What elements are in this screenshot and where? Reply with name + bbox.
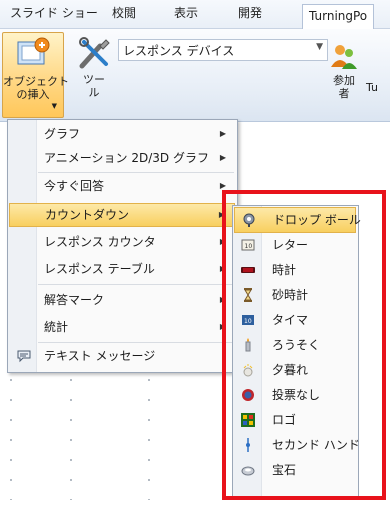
insert-object-dropdown-icon: ▼ xyxy=(51,102,57,110)
response-device-value: レスポンス デバイス xyxy=(123,44,235,58)
candle-icon xyxy=(245,338,251,352)
tab-developer[interactable]: 開発 xyxy=(238,0,262,28)
ribbon-panel: オブジェクト の挿入 ▼ ツー ル レスポンス デバイス ▼ 参加 者 Tu xyxy=(0,29,390,122)
hourglass-icon xyxy=(244,288,252,302)
drop-ball-icon xyxy=(243,213,255,227)
chevron-down-icon: ▼ xyxy=(316,42,323,52)
submenu-item-letter[interactable]: 10 レター xyxy=(234,233,356,257)
submenu-item-label: レター xyxy=(272,238,309,252)
tools-icon xyxy=(79,37,110,69)
menu-item-label: テキスト メッセージ xyxy=(44,349,156,363)
menu-item-animation-graph[interactable]: アニメーション 2D/3D グラフ ▶ xyxy=(9,147,235,169)
submenu-item-label: 夕暮れ xyxy=(272,363,309,377)
menu-separator xyxy=(38,284,234,285)
submenu-item-label: タイマ xyxy=(272,313,309,327)
submenu-item-hourglass[interactable]: 砂時計 xyxy=(234,283,356,307)
insert-object-icon xyxy=(17,37,50,65)
submenu-item-gem[interactable]: 宝石 xyxy=(234,458,356,482)
submenu-arrow-icon: ▶ xyxy=(219,181,226,190)
tab-turningpoint[interactable]: TurningPo xyxy=(302,4,375,29)
menu-item-label: レスポンス テーブル xyxy=(44,262,155,276)
tab-view[interactable]: 表示 xyxy=(174,0,198,28)
submenu-arrow-icon: ▶ xyxy=(219,322,226,331)
menu-separator xyxy=(38,342,234,343)
menu-item-answer-mark[interactable]: 解答マーク ▶ xyxy=(9,289,235,311)
participants-button[interactable]: 参加 者 xyxy=(326,41,362,117)
menu-item-graph[interactable]: グラフ ▶ xyxy=(9,123,235,145)
menu-item-answer-now[interactable]: 今すぐ回答 ▶ xyxy=(9,175,235,197)
submenu-arrow-icon: ▶ xyxy=(219,153,226,162)
menu-item-label: 統計 xyxy=(44,320,69,334)
menu-item-countdown[interactable]: カウントダウン ▶ xyxy=(9,203,235,227)
submenu-item-label: セカンド ハンド xyxy=(272,438,360,452)
insert-object-label: オブジェクト の挿入 xyxy=(3,75,69,101)
submenu-item-candle[interactable]: ろうそく xyxy=(234,333,356,357)
menu-item-label: レスポンス カウンタ xyxy=(44,235,156,249)
tools-label: ツー ル xyxy=(83,73,105,99)
svg-text:10: 10 xyxy=(245,243,253,250)
no-vote-icon xyxy=(242,389,254,401)
menu-separator xyxy=(38,172,234,173)
submenu-item-label: ドロップ ボール xyxy=(273,213,361,227)
menu-item-response-table[interactable]: レスポンス テーブル ▶ xyxy=(9,258,235,280)
submenu-item-timer[interactable]: 10 タイマ xyxy=(234,308,356,332)
tools-button[interactable]: ツー ル xyxy=(72,32,116,116)
insert-object-menu: グラフ ▶ アニメーション 2D/3D グラフ ▶ 今すぐ回答 ▶ カウントダウ… xyxy=(7,119,238,373)
menu-item-statistics[interactable]: 統計 ▶ xyxy=(9,316,235,338)
menu-item-label: 今すぐ回答 xyxy=(44,179,105,193)
submenu-item-label: 砂時計 xyxy=(272,288,309,302)
menu-item-label: 解答マーク xyxy=(44,293,105,307)
menu-item-label: アニメーション 2D/3D グラフ xyxy=(44,151,209,165)
letter-icon: 10 xyxy=(241,239,255,251)
svg-text:10: 10 xyxy=(244,318,252,325)
participants-label: 参加 者 xyxy=(333,74,355,100)
insert-object-button[interactable]: オブジェクト の挿入 ▼ xyxy=(2,32,69,118)
menu-item-label: カウントダウン xyxy=(45,208,130,222)
submenu-arrow-icon: ▶ xyxy=(219,295,226,304)
menu-item-text-message[interactable]: テキスト メッセージ xyxy=(9,345,235,367)
submenu-item-drop-ball[interactable]: ドロップ ボール xyxy=(234,207,361,233)
logo-icon xyxy=(241,413,255,427)
submenu-item-label: 宝石 xyxy=(272,463,297,477)
text-message-icon xyxy=(17,350,31,363)
submenu-item-no-vote[interactable]: 投票なし xyxy=(234,383,356,407)
submenu-item-logo[interactable]: ロゴ xyxy=(234,408,356,432)
submenu-item-label: 投票なし xyxy=(272,388,321,402)
tab-slideshow[interactable]: スライド ショー xyxy=(10,0,98,28)
menu-item-response-counter[interactable]: レスポンス カウンタ ▶ xyxy=(9,231,235,253)
submenu-item-second-hand[interactable]: セカンド ハンド xyxy=(234,433,360,457)
ribbon-tab-bar: スライド ショー 校閲 表示 開発 TurningPo xyxy=(0,0,390,29)
timer-icon: 10 xyxy=(242,315,254,325)
participants-icon xyxy=(331,45,357,69)
turning-label: Tu xyxy=(366,81,379,94)
gem-icon xyxy=(241,466,255,476)
submenu-item-label: 時計 xyxy=(272,263,297,277)
tab-review[interactable]: 校閲 xyxy=(112,0,136,28)
submenu-arrow-icon: ▶ xyxy=(219,237,226,246)
submenu-item-label: ろうそく xyxy=(272,338,321,352)
dusk-icon xyxy=(243,364,253,377)
submenu-item-clock[interactable]: 時計 xyxy=(234,258,356,282)
response-device-combo[interactable]: レスポンス デバイス ▼ xyxy=(118,39,328,61)
clock-icon xyxy=(241,267,255,273)
submenu-arrow-icon: ▶ xyxy=(218,210,225,219)
countdown-submenu: ドロップ ボール 10 レター 時計 砂時計 10 タイマ ろうそく 夕暮れ 投… xyxy=(232,205,361,497)
submenu-item-dusk[interactable]: 夕暮れ xyxy=(234,358,356,382)
submenu-arrow-icon: ▶ xyxy=(219,129,226,138)
submenu-item-label: ロゴ xyxy=(272,413,297,427)
menu-item-label: グラフ xyxy=(44,127,81,141)
submenu-arrow-icon: ▶ xyxy=(219,264,226,273)
second-hand-icon xyxy=(246,438,250,452)
